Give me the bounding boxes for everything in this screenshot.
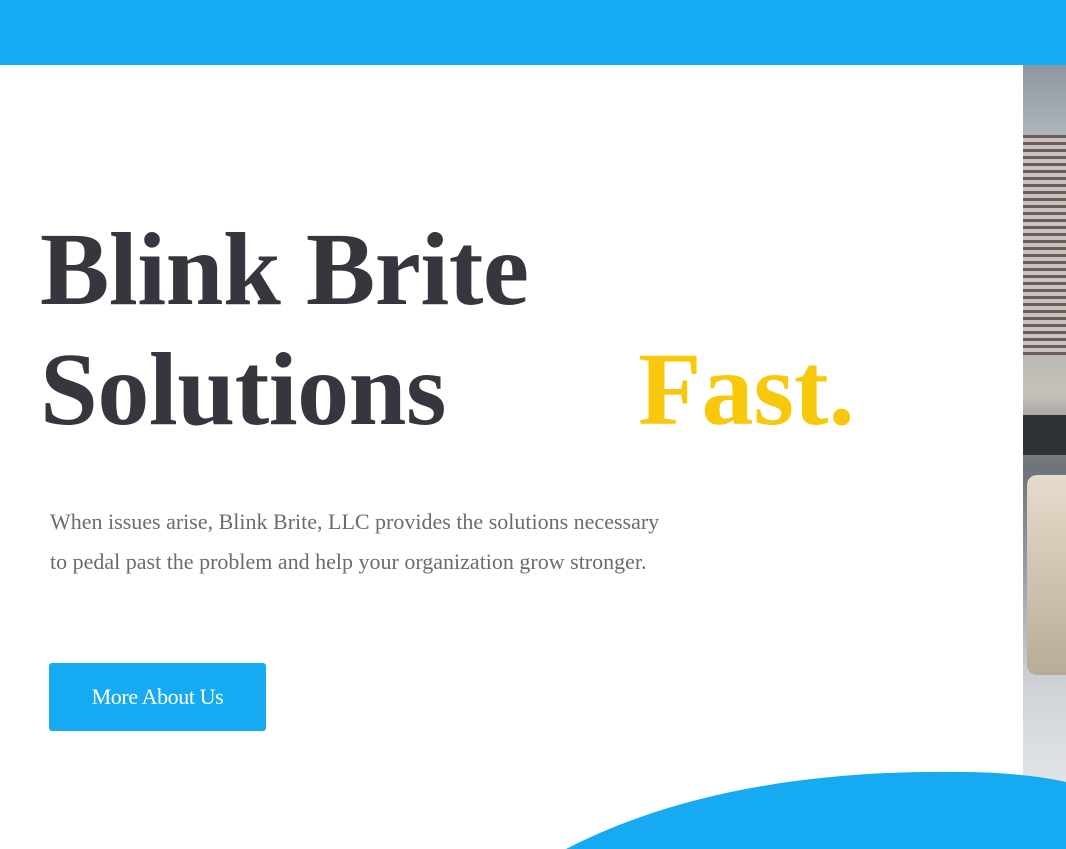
more-about-us-button[interactable]: More About Us <box>49 663 266 731</box>
hero-description: When issues arise, Blink Brite, LLC prov… <box>50 502 750 582</box>
hero-description-line-2: to pedal past the problem and help your … <box>50 549 647 574</box>
office-chair <box>1027 475 1066 675</box>
hero-title-line-2: Solutions <box>40 332 446 447</box>
top-header-bar <box>0 0 1066 65</box>
hero-title: Blink Brite Solutions <box>40 210 529 450</box>
desk <box>1023 415 1066 455</box>
hero-accent-word: Fast. <box>638 332 855 447</box>
landing-page: Blink Brite Solutions Fast. When issues … <box>0 0 1066 849</box>
hero-title-line-1: Blink Brite <box>40 212 529 327</box>
office-photo <box>1023 65 1066 794</box>
bottom-wave-decoration <box>566 771 1066 849</box>
window-blinds <box>1023 135 1066 355</box>
hero-description-line-1: When issues arise, Blink Brite, LLC prov… <box>50 509 660 534</box>
